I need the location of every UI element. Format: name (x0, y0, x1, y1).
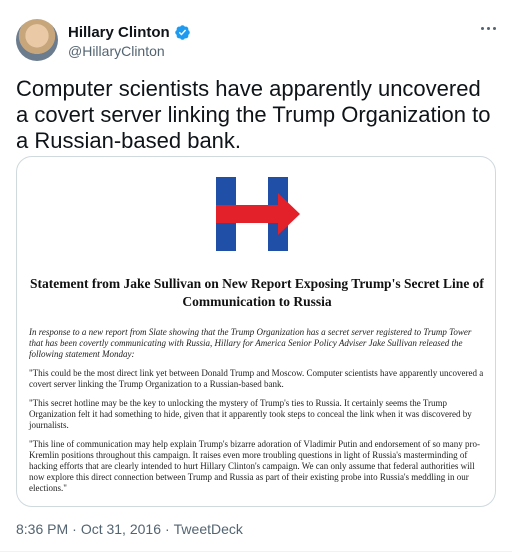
author-name[interactable]: Hillary Clinton (68, 24, 170, 41)
statement-paragraph: In response to a new report from Slate s… (29, 327, 472, 359)
statement-paragraph: "This secret hotline may be the key to u… (29, 398, 472, 430)
meta-separator: · (164, 521, 170, 537)
divider (0, 551, 512, 552)
statement-body: In response to a new report from Slate s… (29, 327, 487, 502)
tweet: Hillary Clinton @HillaryClinton Computer… (0, 0, 512, 554)
author-name-row: Hillary Clinton (68, 24, 191, 41)
more-options-icon[interactable] (478, 22, 498, 34)
tweet-time[interactable]: 8:36 PM (16, 521, 68, 537)
tweet-source[interactable]: TweetDeck (174, 521, 243, 537)
attached-image[interactable]: Statement from Jake Sullivan on New Repo… (16, 156, 496, 507)
statement-paragraph: "This line of communication may help exp… (29, 439, 481, 493)
avatar[interactable] (16, 19, 58, 61)
verified-badge-icon (174, 25, 190, 40)
tweet-metadata: 8:36 PM · Oct 31, 2016 · TweetDeck (16, 521, 243, 537)
hillary-h-arrow-logo-icon (216, 177, 300, 251)
statement-paragraph: "This could be the most direct link yet … (29, 368, 484, 389)
tweet-text: Computer scientists have apparently unco… (16, 76, 491, 153)
author-handle[interactable]: @HillaryClinton (68, 43, 165, 59)
statement-title: Statement from Jake Sullivan on New Repo… (30, 276, 484, 309)
meta-separator: · (72, 521, 77, 537)
tweet-date[interactable]: Oct 31, 2016 (81, 521, 161, 537)
